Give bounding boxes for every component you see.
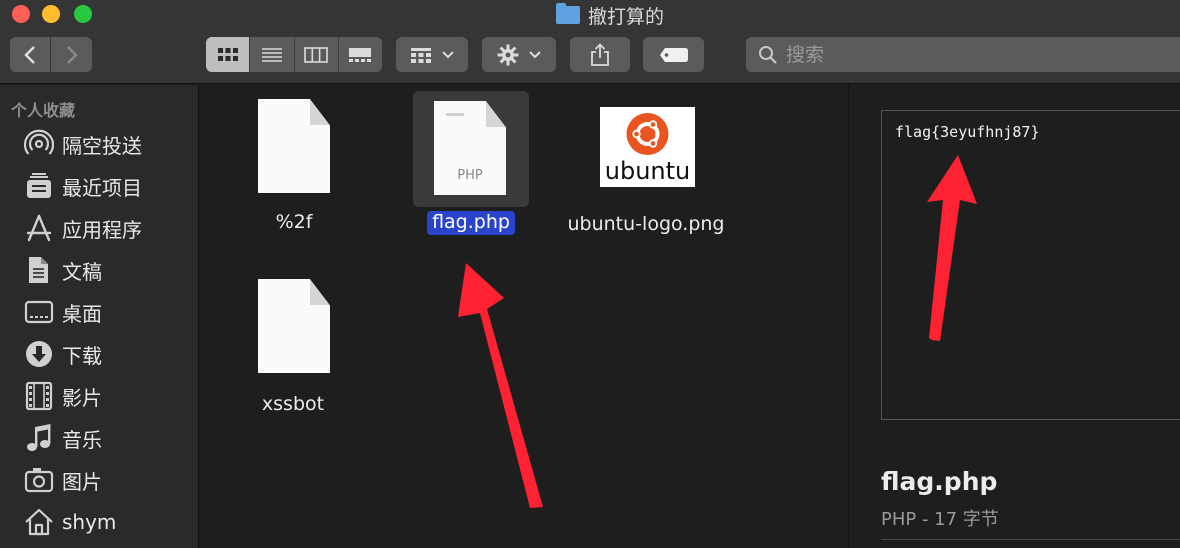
php-document-icon: PHP xyxy=(434,101,506,195)
sidebar-item-home[interactable]: shym xyxy=(24,505,116,539)
sidebar-item-label: 应用程序 xyxy=(62,217,142,242)
chevron-right-icon xyxy=(66,45,78,64)
share-icon xyxy=(591,42,609,66)
group-icon xyxy=(411,47,431,63)
preview-file-meta: PHP - 17 字节 xyxy=(881,509,999,530)
sidebar-item-downloads[interactable]: 下载 xyxy=(24,337,102,371)
desktop-icon xyxy=(24,297,54,327)
column-view-icon xyxy=(304,46,328,63)
sidebar-item-label: 音乐 xyxy=(62,427,102,452)
folder-icon xyxy=(556,3,580,24)
applications-icon xyxy=(24,213,54,243)
file-name: ubuntu-logo.png xyxy=(567,213,725,235)
sidebar-heading-favorites: 个人收藏 xyxy=(11,101,76,120)
list-view-button[interactable] xyxy=(250,37,295,72)
share-button[interactable] xyxy=(570,37,630,72)
minimize-window-button[interactable] xyxy=(42,5,60,23)
documents-icon xyxy=(24,255,54,285)
list-view-icon xyxy=(261,47,282,62)
sidebar-item-recents[interactable]: 最近项目 xyxy=(24,169,142,203)
tag-icon xyxy=(659,47,688,62)
tags-button[interactable] xyxy=(643,37,704,72)
file-icon-grid: %2f PHP flag.php ubuntu ubuntu-logo.png xyxy=(200,85,847,548)
sidebar-item-label: 影片 xyxy=(62,385,102,410)
selected-file-name: flag.php xyxy=(427,211,515,235)
document-icon xyxy=(258,279,330,373)
ubuntu-logo-thumbnail: ubuntu xyxy=(600,107,695,187)
music-icon xyxy=(24,423,54,453)
search-icon xyxy=(759,45,777,64)
window-title: 撤打算的 xyxy=(556,2,664,28)
preview-file-name: flag.php xyxy=(881,467,998,496)
sidebar-item-label: 隔空投送 xyxy=(62,133,142,158)
file-content-preview: flag{3eyufhnj87} xyxy=(881,110,1180,420)
action-menu-button[interactable] xyxy=(482,37,556,72)
view-mode-switcher xyxy=(206,37,382,72)
sidebar-item-desktop[interactable]: 桌面 xyxy=(24,295,102,329)
sidebar-item-label: 文稿 xyxy=(62,259,102,284)
sidebar-item-airdrop[interactable]: 隔空投送 xyxy=(24,127,142,161)
document-icon xyxy=(258,99,330,193)
back-button[interactable] xyxy=(10,37,50,72)
zoom-window-button[interactable] xyxy=(74,5,92,23)
gear-icon xyxy=(497,44,519,65)
window-title-label: 撤打算的 xyxy=(588,5,665,28)
forward-button[interactable] xyxy=(51,37,92,72)
chevron-left-icon xyxy=(24,45,35,64)
ubuntu-logo-wordmark: ubuntu xyxy=(605,157,691,185)
file-extension-label: PHP xyxy=(457,168,483,183)
pictures-icon xyxy=(24,465,54,495)
sidebar-item-label: 最近项目 xyxy=(62,175,142,200)
icon-view-icon xyxy=(217,47,238,61)
recents-icon xyxy=(24,171,54,201)
sidebar-item-movies[interactable]: 影片 xyxy=(24,379,102,413)
doc-line xyxy=(446,113,464,116)
sidebar-item-documents[interactable]: 文稿 xyxy=(24,253,102,287)
icon-view-button[interactable] xyxy=(206,37,251,72)
airdrop-icon xyxy=(24,129,54,159)
gallery-view-icon xyxy=(349,47,372,62)
preview-pane: flag{3eyufhnj87} flag.php PHP - 17 字节 xyxy=(848,85,1180,548)
file-name: %2f xyxy=(275,211,313,233)
column-view-button[interactable] xyxy=(295,37,339,72)
sidebar-item-applications[interactable]: 应用程序 xyxy=(24,211,142,245)
sidebar-item-music[interactable]: 音乐 xyxy=(24,421,102,455)
sidebar-item-label: 图片 xyxy=(62,469,102,494)
downloads-icon xyxy=(24,339,54,369)
sidebar-item-pictures[interactable]: 图片 xyxy=(24,463,102,497)
file-content-text: flag{3eyufhnj87} xyxy=(895,123,1040,141)
gallery-view-button[interactable] xyxy=(339,37,382,72)
home-icon xyxy=(24,507,54,537)
window-toolbar: 撤打算的 xyxy=(0,0,1180,84)
movies-icon xyxy=(24,381,54,411)
chevron-down-icon xyxy=(529,50,541,58)
search-input[interactable] xyxy=(786,43,1086,66)
preview-divider xyxy=(881,539,1180,540)
file-name: xssbot xyxy=(261,393,325,415)
group-by-button[interactable] xyxy=(396,37,468,72)
sidebar: 个人收藏 隔空投送 最近项目 应用程序 文稿 桌面 下载 影片 音乐 图片 sh… xyxy=(0,85,199,548)
chevron-down-icon xyxy=(442,50,454,58)
close-window-button[interactable] xyxy=(12,5,30,23)
sidebar-item-label: 桌面 xyxy=(62,301,102,326)
sidebar-item-label: 下载 xyxy=(62,343,102,368)
sidebar-item-label: shym xyxy=(62,510,117,534)
file-name: flag.php xyxy=(421,211,521,235)
search-field[interactable] xyxy=(746,37,1180,72)
